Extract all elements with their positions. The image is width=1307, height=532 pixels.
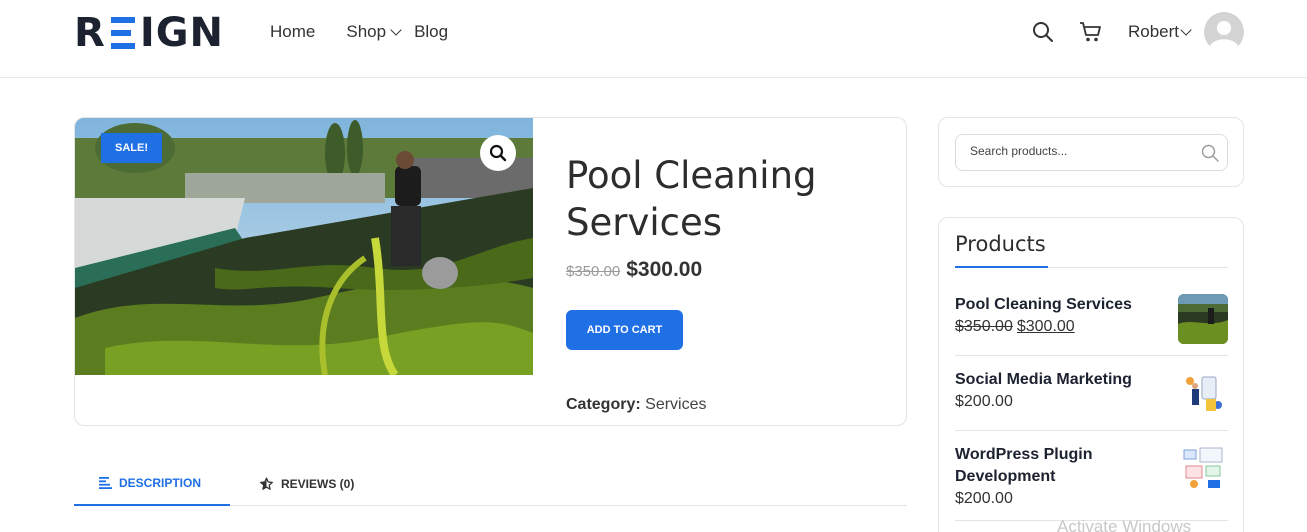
widget-title: Products <box>955 232 1046 256</box>
tab-description[interactable]: DESCRIPTION <box>74 462 230 506</box>
list-item[interactable]: Pool Cleaning Services $350.00 $300.00 <box>955 294 1228 344</box>
list-item[interactable]: WordPress Plugin Development $200.00 <box>955 444 1228 510</box>
nav-home-label: Home <box>270 22 316 41</box>
price-old: $350.00 <box>955 318 1013 335</box>
product-card: SALE! Pool Cleaning Services $350.00 $30… <box>74 117 907 426</box>
reign-logo[interactable]: R IGN <box>74 10 225 56</box>
search-icon[interactable] <box>1032 21 1054 43</box>
product-title: Pool Cleaning Services <box>566 154 817 244</box>
user-menu[interactable]: Robert <box>1128 22 1192 42</box>
search-icon[interactable] <box>1201 144 1219 162</box>
sale-badge: SALE! <box>101 133 162 163</box>
tab-description-label: DESCRIPTION <box>119 476 202 490</box>
social-media-thumbnail-image <box>1178 369 1228 419</box>
product-category: Category: Services <box>566 396 707 414</box>
cart-icon[interactable] <box>1079 21 1103 43</box>
tab-reviews[interactable]: REVIEWS (0) <box>259 462 354 506</box>
product-thumbnail[interactable] <box>1178 369 1228 419</box>
divider <box>955 430 1228 431</box>
main-nav: Home Shop Blog <box>270 22 479 42</box>
price-new: $300.00 <box>626 258 703 281</box>
chevron-down-icon <box>1180 24 1192 36</box>
nav-blog-label: Blog <box>414 22 449 41</box>
category-link[interactable]: Services <box>645 396 706 413</box>
product-name[interactable]: Pool Cleaning Services <box>955 294 1155 316</box>
star-icon <box>260 477 273 490</box>
zoom-button[interactable] <box>480 135 516 171</box>
wordpress-plugin-thumbnail-image <box>1178 444 1228 494</box>
avatar[interactable] <box>1204 12 1244 52</box>
product-name[interactable]: Social Media Marketing <box>955 369 1155 391</box>
product-search-widget <box>938 117 1244 187</box>
user-avatar-icon <box>1204 12 1244 52</box>
widget-title-rule <box>955 266 1228 268</box>
tab-reviews-label: REVIEWS (0) <box>281 477 355 491</box>
activate-windows-watermark: Activate Windows <box>1057 517 1192 532</box>
logo-letters-ign: IGN <box>139 10 225 56</box>
pool-thumbnail-image <box>1178 294 1228 344</box>
nav-shop-label: Shop <box>346 22 387 41</box>
product-name[interactable]: WordPress Plugin Development <box>955 444 1155 488</box>
price-new: $300.00 <box>1016 318 1075 335</box>
product-tabs: DESCRIPTION REVIEWS (0) <box>74 462 907 506</box>
magnifier-icon <box>489 144 507 162</box>
product-thumbnail[interactable] <box>1178 444 1228 494</box>
products-widget: Products Pool Cleaning Services $350.00 $… <box>938 217 1244 532</box>
search-input[interactable] <box>970 144 1190 158</box>
logo-letter-r: R <box>74 10 106 56</box>
add-to-cart-button[interactable]: ADD TO CART <box>566 310 683 350</box>
user-name: Robert <box>1128 22 1180 41</box>
nav-shop[interactable]: Shop <box>346 22 402 42</box>
search-box <box>955 134 1228 171</box>
divider <box>955 355 1228 356</box>
product-price: $350.00 $300.00 <box>566 258 702 282</box>
price-old: $350.00 <box>566 263 621 280</box>
site-header: R IGN Home Shop Blog Robert <box>0 0 1307 78</box>
list-item[interactable]: Social Media Marketing $200.00 <box>955 369 1228 419</box>
chevron-down-icon <box>390 24 402 36</box>
text-lines-icon <box>99 477 112 489</box>
nav-home[interactable]: Home <box>270 22 315 42</box>
product-thumbnail[interactable] <box>1178 294 1228 344</box>
category-label: Category: <box>566 396 641 413</box>
logo-e-mark <box>110 17 135 49</box>
nav-blog[interactable]: Blog <box>414 22 448 42</box>
product-image[interactable]: SALE! <box>75 118 533 375</box>
